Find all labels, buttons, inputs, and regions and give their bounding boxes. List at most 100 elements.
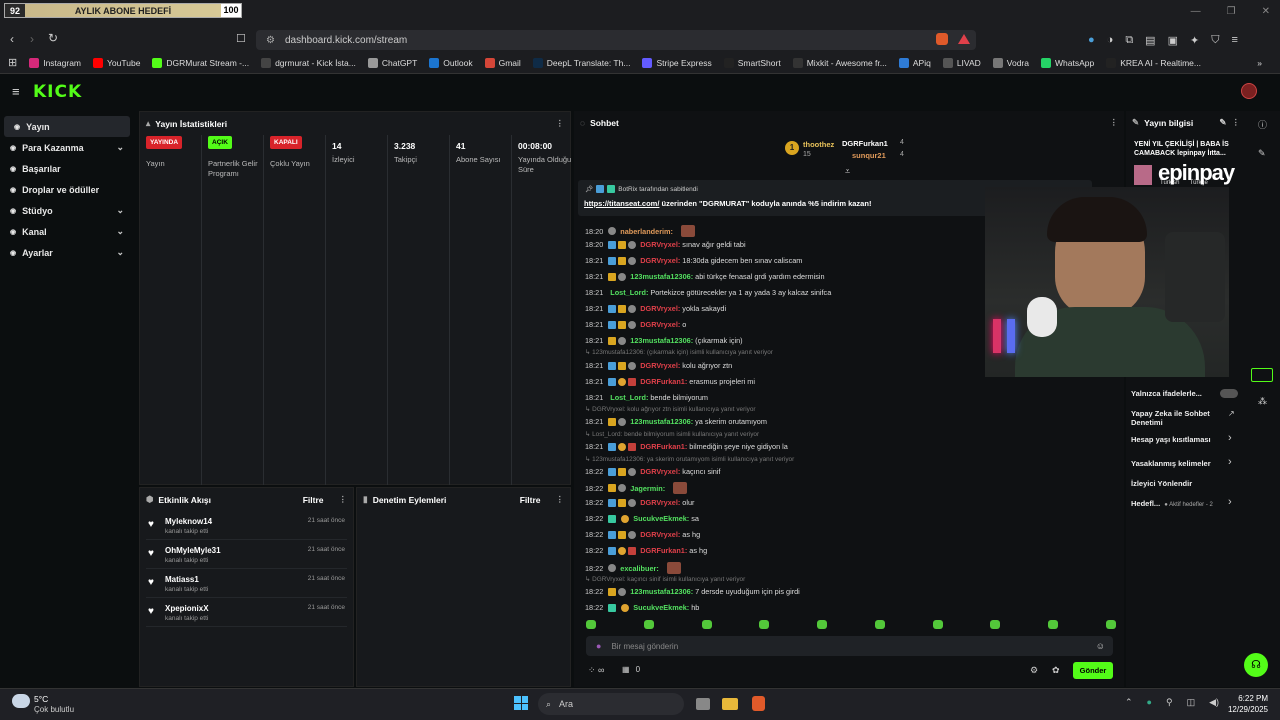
quick-emote-icon[interactable] [990,620,1001,629]
more-options-icon[interactable]: ⋮ [1232,117,1241,128]
bookmark-item[interactable]: Instagram [29,57,81,68]
chat-username[interactable]: 123mustafa12306: [630,587,693,596]
chat-username[interactable]: DGRVryxel: [640,498,680,507]
bookmark-item[interactable]: Mixkit - Awesome fr... [792,57,887,68]
sidebar-item-1[interactable]: ◉ Para Kazanma ⌄ [0,137,134,158]
expand-chevron-icon[interactable]: ⩡ [845,166,850,177]
mod-settings-icon[interactable]: ✿ [1052,665,1060,676]
support-chat-button[interactable]: ☊ [1244,653,1268,677]
more-options-icon[interactable]: ⋮ [339,494,348,505]
chat-username[interactable]: Lost_Lord: [610,393,648,402]
tray-app-icon[interactable]: ● [1147,697,1152,708]
bookmark-item[interactable]: Outlook [429,57,473,68]
taskbar-search[interactable]: ⌕ Ara [538,693,684,715]
chat-username[interactable]: 123mustafa12306: [630,417,693,426]
quick-emote-icon[interactable] [817,620,828,629]
chat-username[interactable]: excalibuer: [620,564,659,573]
chat-options-icon[interactable]: ⁘ ∞ [588,665,604,676]
chevron-down-icon[interactable]: ⌄ [116,142,124,153]
quick-emote-icon[interactable] [643,620,654,629]
chevron-down-icon[interactable]: ⌄ [116,205,124,216]
brave-rewards-icon[interactable] [958,34,970,44]
bookmark-item[interactable]: DGRMurat Stream -... [152,57,249,68]
chat-username[interactable]: SucukveEkmek: [633,514,689,523]
bookmark-item[interactable]: Gmail [484,57,521,68]
chat-username[interactable]: 123mustafa12306: [630,336,693,345]
pinned-link[interactable]: https://titanseat.com/ [584,199,659,208]
more-options-icon[interactable]: ⋮ [556,494,565,505]
chat-username[interactable]: DGRVryxel: [640,256,680,265]
puzzle-icon[interactable]: ⧉ [1125,34,1133,47]
settings-icon[interactable]: ⚙ [1030,665,1038,676]
moderation-filter-button[interactable]: Filtre [520,495,541,505]
edit-icon[interactable]: ✎ [1219,117,1226,128]
extension-icon[interactable]: ◑ [1107,34,1114,47]
brave-browser-icon[interactable] [752,696,765,711]
apps-grid-icon[interactable]: ⊞ [8,56,17,69]
mic-icon[interactable]: ⚲ [1166,697,1173,708]
chat-username[interactable]: Lost_Lord: [610,288,648,297]
quick-emote-icon[interactable] [759,620,770,629]
pencil-icon[interactable]: ✎ [1258,148,1266,159]
quick-emote-icon[interactable] [1048,620,1059,629]
vpn-icon[interactable]: ⛉ [1211,34,1219,47]
external-link-icon[interactable]: ↗ [1228,409,1235,418]
url-bar[interactable]: ⚙ dashboard.kick.com/stream ⌕ [256,30,976,50]
quick-emote-icon[interactable] [874,620,885,629]
mod-setting-item[interactable]: İzleyici Yönlendir [1131,479,1237,488]
bookmark-item[interactable]: SmartShort [723,57,781,68]
chevron-right-icon[interactable]: › [1228,496,1232,508]
more-options-icon[interactable]: ⋮ [1110,117,1119,128]
bookmark-item[interactable]: Stripe Express [642,57,712,68]
quick-emote-icon[interactable] [701,620,712,629]
network-icon[interactable]: ◫ [1187,697,1196,708]
hamburger-menu-icon[interactable]: ≡ [12,84,20,99]
chat-username[interactable]: Jagermin: [630,484,665,493]
bookmark-item[interactable]: LIVAD [942,57,981,68]
bookmark-item[interactable]: YouTube [93,57,140,68]
extension-icon[interactable]: ● [1088,34,1095,47]
chevron-right-icon[interactable]: › [1228,432,1232,444]
sidebar-item-0[interactable]: ◉ Yayın [4,116,130,137]
maximize-icon[interactable]: ❐ [1227,6,1236,17]
quick-emote-icon[interactable] [932,620,943,629]
minimize-icon[interactable]: — [1191,6,1201,17]
bookmark-item[interactable]: WhatsApp [1040,57,1094,68]
chat-username[interactable]: DGRVryxel: [640,304,680,313]
back-icon[interactable]: ‹ [10,32,14,46]
send-button[interactable]: Gönder [1073,662,1113,679]
chat-username[interactable]: SucukveEkmek: [633,603,689,612]
mic-icon[interactable]: ● [596,641,601,651]
info-circle-icon[interactable]: ⓘ [1258,118,1267,131]
chat-username[interactable]: DGRVryxel: [640,530,680,539]
bookmark-item[interactable]: ChatGPT [367,57,417,68]
sidebar-item-4[interactable]: ◉ Stüdyo ⌄ [0,200,134,221]
emoji-icon[interactable]: ☺ [1096,641,1105,651]
bookmark-item[interactable]: Vodra [992,57,1029,68]
chat-username[interactable]: naberlanderim: [620,227,673,236]
avatar[interactable] [1241,83,1257,99]
wallet-icon[interactable]: ▣ [1168,34,1178,47]
sidebar-toggle-icon[interactable]: ▤ [1145,34,1155,47]
mod-setting-item[interactable]: Yapay Zeka ile Sohbet Denetimi [1131,409,1237,427]
chat-username[interactable]: DGRVryxel: [640,467,680,476]
chat-input[interactable]: ● Bir mesaj gönderin ☺ [586,636,1113,656]
sidebar-item-5[interactable]: ◉ Kanal ⌄ [0,221,134,242]
quick-emote-icon[interactable] [1105,620,1116,629]
sidebar-item-2[interactable]: ◉ Başarılar [0,158,134,179]
chat-username[interactable]: DGRFurkan1: [640,546,687,555]
mod-setting-item[interactable]: Hedefl... ● Aktif hedefler - 2 [1131,499,1237,508]
leo-icon[interactable]: ✦ [1190,34,1199,47]
bookmark-item[interactable]: APiq [898,57,931,68]
chevron-down-icon[interactable]: ⌄ [116,247,124,258]
chat-username[interactable]: 123mustafa12306: [630,272,693,281]
mod-setting-item[interactable]: Yasaklanmış kelimeler [1131,459,1237,468]
windows-start-icon[interactable] [514,696,528,710]
more-options-icon[interactable]: ⋮ [556,118,565,129]
bookmark-item[interactable]: DeepL Translate: Th... [532,57,630,68]
chat-username[interactable]: DGRVryxel: [640,320,680,329]
chevron-right-icon[interactable]: › [1228,456,1232,468]
chat-username[interactable]: DGRVryxel: [640,361,680,370]
brave-shield-icon[interactable] [936,33,948,45]
forward-icon[interactable]: › [30,32,34,46]
